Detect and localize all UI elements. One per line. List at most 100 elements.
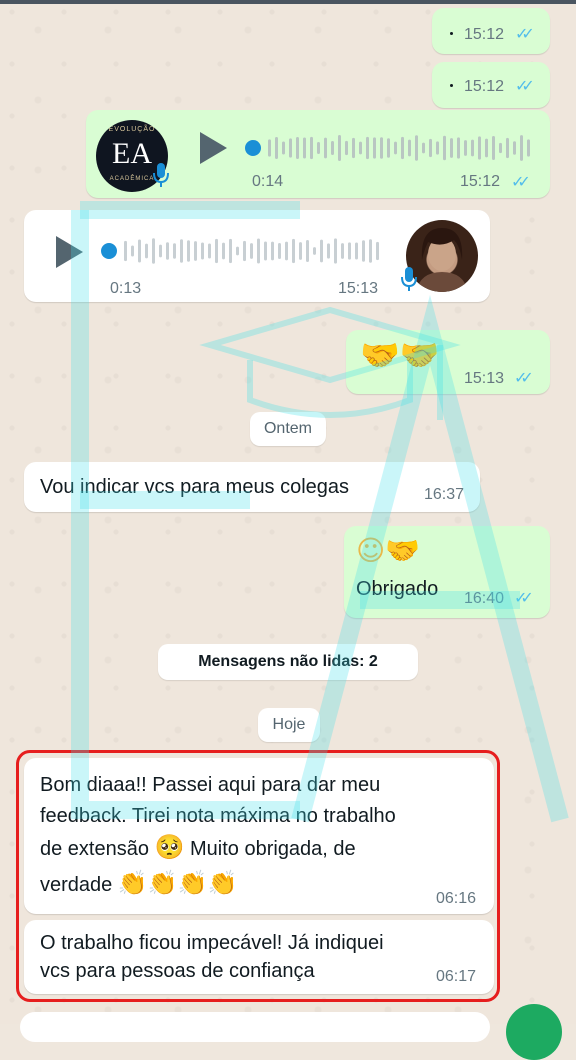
waveform-bar (222, 242, 225, 260)
waveform-bar (243, 240, 246, 262)
waveform-bar (443, 135, 446, 161)
waveform-bar (159, 244, 162, 258)
waveform-bar (485, 138, 488, 158)
date-separator-hoje: Hoje (258, 708, 320, 742)
double-check-icon: ✓✓ (514, 370, 534, 387)
waveform-bar (229, 238, 232, 264)
message-indicar[interactable]: Vou indicar vcs para meus colegas 16:37 (24, 462, 480, 512)
waveform-bar (345, 140, 348, 156)
waveform-bar (257, 238, 260, 264)
waveform-bar (310, 136, 313, 160)
play-icon[interactable] (56, 236, 83, 268)
waveform-bar (299, 242, 302, 260)
waveform-bar (201, 242, 204, 260)
waveform-bar (464, 140, 467, 156)
date-separator-ontem: Ontem (250, 412, 326, 446)
waveform-bar (506, 137, 509, 159)
message-time: 15:13 (338, 280, 379, 297)
waveform-bar (352, 137, 355, 159)
audio-duration: 0:13 (110, 280, 142, 297)
waveform-bar (180, 239, 183, 263)
waveform-bar (348, 242, 351, 260)
waveform-bar (359, 141, 362, 155)
waveform-bar (317, 142, 320, 154)
double-check-icon: ✓✓ (511, 174, 531, 191)
waveform-bar (520, 135, 523, 161)
waveform-bar (380, 137, 383, 159)
audio-message-outgoing[interactable]: EVOLUÇÃO EA ACADÊMICA 0:14 15:12 ✓✓ (86, 110, 550, 198)
waveform-bar (527, 139, 530, 157)
message-obrigado[interactable]: ☺🤝 Obrigado 16:40 ✓✓ (344, 526, 550, 618)
waveform-bar (394, 141, 397, 155)
message-text: Vou indicar vcs para meus colegas (40, 476, 350, 498)
waveform-bar (422, 142, 425, 154)
waveform-bar (429, 138, 432, 158)
message-text: Obrigado (356, 578, 439, 600)
waveform-bar (369, 239, 372, 263)
dot-text (450, 84, 453, 87)
mic-send-button[interactable] (506, 1004, 562, 1060)
message-time: 15:13 (464, 370, 505, 387)
waveform-bar (499, 142, 502, 154)
waveform-bar (313, 247, 316, 255)
status-bar-edge (0, 0, 576, 4)
waveform-bar (268, 139, 271, 157)
waveform-bar (492, 136, 495, 160)
waveform-bar (324, 137, 327, 159)
waveform-bar (478, 136, 481, 160)
waveform-bar (194, 241, 197, 261)
waveform-icon[interactable] (244, 132, 534, 164)
double-check-icon: ✓✓ (514, 590, 534, 607)
waveform-bar (334, 238, 337, 264)
message-time: 15:12 (460, 173, 501, 190)
play-icon[interactable] (200, 132, 227, 164)
waveform-bar (208, 243, 211, 259)
message-time: 15:12 (464, 26, 505, 43)
audio-message-incoming[interactable]: 0:13 15:13 (24, 210, 490, 302)
waveform-icon[interactable] (100, 235, 390, 267)
waveform-bar (166, 242, 169, 260)
waveform-bar (173, 243, 176, 259)
message-input-bar[interactable] (20, 1012, 490, 1042)
message-dot-2[interactable]: 15:12 ✓✓ (432, 62, 550, 108)
waveform-bar (355, 242, 358, 260)
waveform-bar (289, 138, 292, 158)
waveform-bar (271, 241, 274, 261)
waveform-bar (282, 141, 285, 155)
mic-icon (153, 163, 169, 187)
audio-duration: 0:14 (252, 173, 284, 190)
waveform-bar (408, 139, 411, 157)
handshake-emoji: 🤝🤝 (360, 336, 440, 374)
waveform-bar (215, 238, 218, 264)
waveform-bar (415, 135, 418, 161)
message-time: 16:40 (464, 590, 505, 607)
waveform-bar (401, 136, 404, 160)
waveform-bar (373, 137, 376, 159)
waveform-bar (152, 238, 155, 264)
waveform-bar (285, 241, 288, 261)
waveform-bar (292, 238, 295, 264)
waveform-bar (513, 141, 516, 155)
waveform-bar (471, 139, 474, 157)
waveform-bar (320, 239, 323, 263)
waveform-bar (278, 243, 281, 259)
waveform-bar (124, 240, 127, 262)
waveform-bar (338, 135, 341, 161)
message-handshake[interactable]: 🤝🤝 15:13 ✓✓ (346, 330, 550, 394)
waveform-bar (236, 246, 239, 256)
waveform-bar (250, 243, 253, 259)
waveform-bar (341, 243, 344, 259)
waveform-bar (457, 137, 460, 159)
double-check-icon: ✓✓ (515, 78, 535, 95)
waveform-bar (376, 241, 379, 261)
smile-handshake-emoji: ☺🤝 (356, 534, 421, 567)
waveform-bar (331, 141, 334, 155)
waveform-bar (366, 136, 369, 160)
mic-icon (401, 267, 417, 291)
message-dot-1[interactable]: 15:12 ✓✓ (432, 8, 550, 54)
waveform-bar (275, 137, 278, 159)
waveform-bar (138, 239, 141, 263)
waveform-bar (450, 138, 453, 158)
waveform-bar (303, 137, 306, 159)
waveform-bar (387, 138, 390, 158)
